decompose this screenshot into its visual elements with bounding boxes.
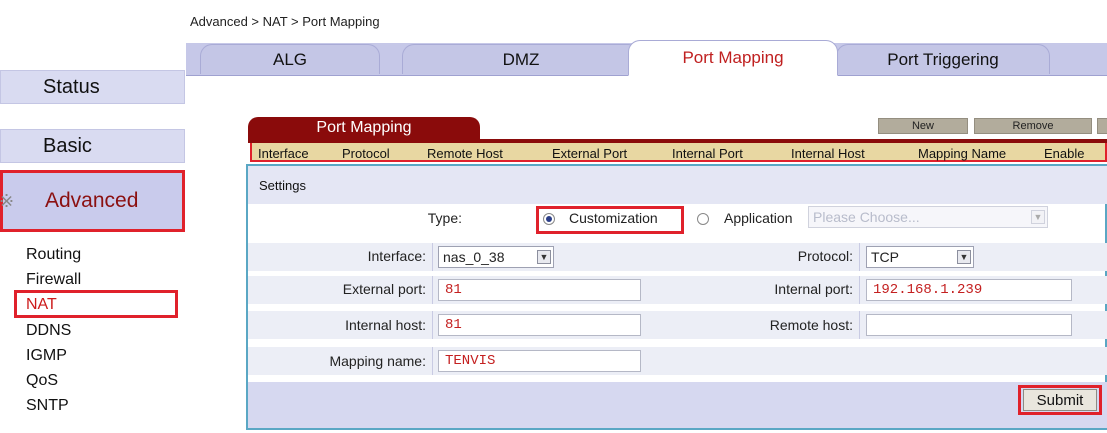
interface-value: nas_0_38 xyxy=(443,249,505,265)
remote-host-label: Remote host: xyxy=(769,317,853,333)
sidebar-link-qos[interactable]: QoS xyxy=(26,372,58,390)
sidebar-item-label: Status xyxy=(43,75,100,98)
internal-port-input[interactable]: 192.168.1.239 xyxy=(866,279,1072,301)
sidebar-item-advanced[interactable]: ※ Advanced xyxy=(0,170,185,232)
tab-port-triggering-label: Port Triggering xyxy=(887,49,999,69)
mapping-name-label: Mapping name: xyxy=(329,353,426,369)
divider xyxy=(859,243,860,271)
customization-label: Customization xyxy=(569,210,658,226)
top-tab-bar: ALG DMZ Port Mapping Port Triggering xyxy=(186,40,1107,76)
extra-toolbar-button[interactable] xyxy=(1097,118,1107,134)
divider xyxy=(859,276,860,304)
form-footer xyxy=(248,382,1107,428)
protocol-value: TCP xyxy=(871,249,899,265)
tab-alg-label: ALG xyxy=(272,49,308,69)
remote-host-input[interactable] xyxy=(866,314,1072,336)
protocol-select[interactable]: TCP ▼ xyxy=(866,246,974,268)
interface-select[interactable]: nas_0_38 ▼ xyxy=(438,246,554,268)
remove-button[interactable]: Remove xyxy=(974,118,1092,134)
sidebar-link-routing[interactable]: Routing xyxy=(26,246,81,264)
type-label: Type: xyxy=(427,210,462,226)
sidebar-link-nat[interactable]: NAT xyxy=(26,296,57,314)
settings-title: Settings xyxy=(259,178,306,193)
column-header-remote-host: Remote Host xyxy=(427,146,503,161)
column-header-external-port: External Port xyxy=(552,146,628,161)
breadcrumb: Advanced > NAT > Port Mapping xyxy=(190,14,380,29)
settings-header xyxy=(248,166,1107,204)
external-port-label: External port: xyxy=(342,281,426,297)
column-header-interface: Interface xyxy=(258,146,309,161)
internal-host-label: Internal host: xyxy=(345,317,426,333)
advanced-icon: ※ xyxy=(0,191,15,211)
column-header-internal-host: Internal Host xyxy=(791,146,865,161)
sidebar-link-sntp[interactable]: SNTP xyxy=(26,397,69,419)
sidebar-item-label: Basic xyxy=(43,134,92,157)
divider xyxy=(432,276,433,304)
chevron-down-icon: ▼ xyxy=(537,250,551,264)
status-icon: ◦ xyxy=(0,77,15,97)
internal-port-label: Internal port: xyxy=(774,281,853,297)
column-header-mapping-name: Mapping Name xyxy=(918,146,1007,161)
application-select[interactable]: Please Choose... ▼ xyxy=(808,206,1048,228)
tab-port-mapping-label: Port Mapping xyxy=(682,48,784,67)
divider xyxy=(432,311,433,339)
sidebar-item-label: Advanced xyxy=(45,189,139,212)
divider xyxy=(432,347,433,375)
mapping-name-input[interactable]: TENVIS xyxy=(438,350,641,372)
divider xyxy=(859,311,860,339)
sidebar-link-ddns[interactable]: DDNS xyxy=(26,322,71,340)
basic-icon: › xyxy=(0,136,15,156)
column-header-enable: Enable xyxy=(1044,146,1085,161)
new-button[interactable]: New xyxy=(878,118,968,134)
column-header-protocol: Protocol xyxy=(342,146,390,161)
sidebar-link-firewall[interactable]: Firewall xyxy=(26,271,81,289)
port-mapping-tab[interactable]: Port Mapping xyxy=(248,117,480,139)
sidebar-item-basic[interactable]: › Basic xyxy=(0,129,185,163)
chevron-down-icon: ▼ xyxy=(1031,210,1045,224)
tab-dmz-label: DMZ xyxy=(502,49,540,69)
external-port-input[interactable]: 81 xyxy=(438,279,641,301)
tab-port-triggering[interactable]: Port Triggering xyxy=(836,44,1050,74)
application-label: Application xyxy=(724,210,793,226)
sidebar-item-status[interactable]: ◦ Status xyxy=(0,70,185,104)
protocol-label: Protocol: xyxy=(797,248,853,264)
sidebar-link-igmp[interactable]: IGMP xyxy=(26,347,67,365)
tab-dmz[interactable]: DMZ xyxy=(402,44,640,74)
column-header-internal-port: Internal Port xyxy=(672,146,743,161)
customization-radio[interactable] xyxy=(543,213,555,225)
interface-label: Interface: xyxy=(367,248,426,264)
tab-port-mapping[interactable]: Port Mapping xyxy=(628,40,838,76)
tab-alg[interactable]: ALG xyxy=(200,44,380,74)
application-radio[interactable] xyxy=(697,213,709,225)
divider xyxy=(432,243,433,271)
chevron-down-icon: ▼ xyxy=(957,250,971,264)
internal-host-input[interactable]: 81 xyxy=(438,314,641,336)
application-placeholder: Please Choose... xyxy=(813,209,920,225)
submit-button[interactable]: Submit xyxy=(1023,389,1097,411)
